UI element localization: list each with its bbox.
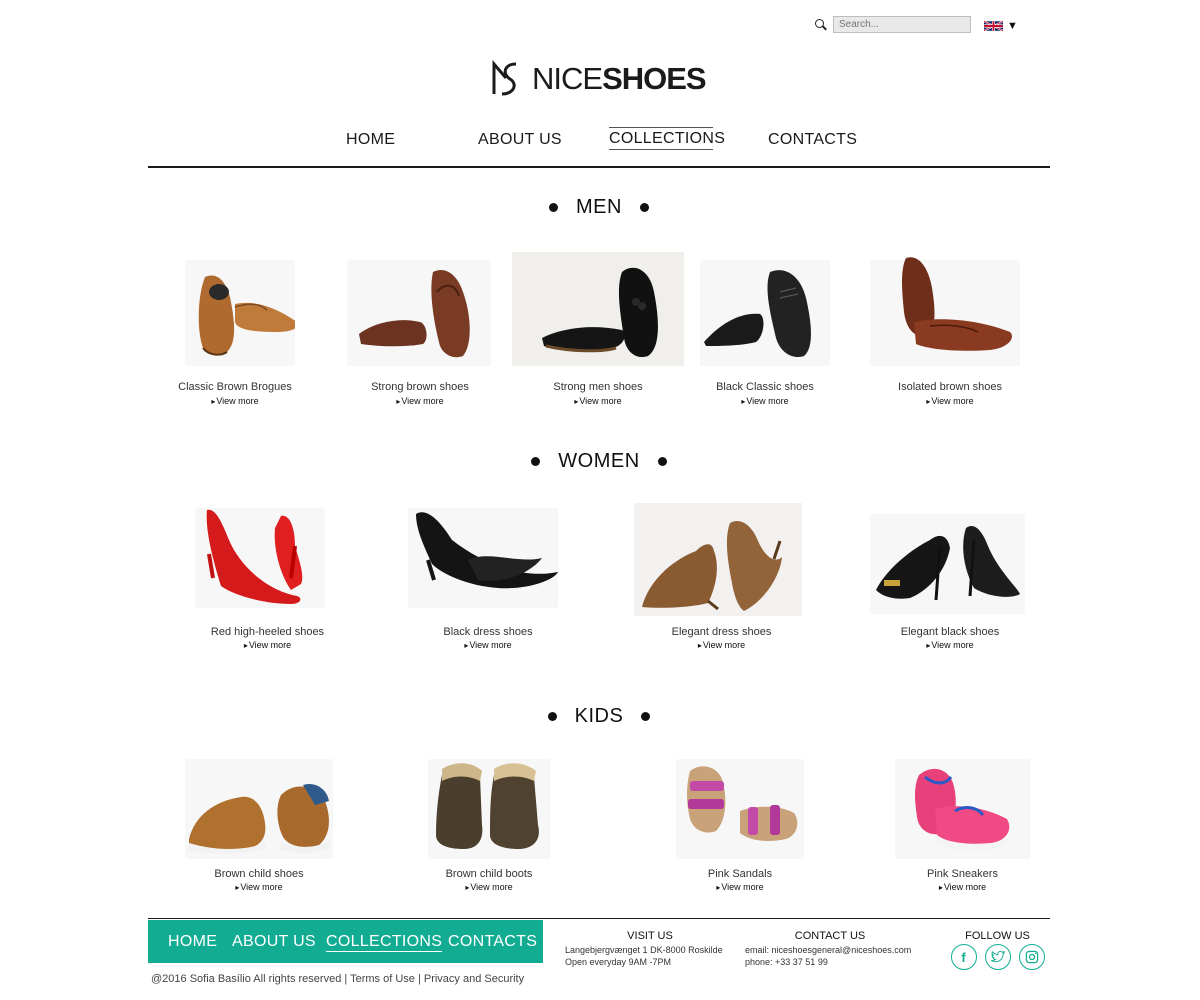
product-image[interactable] <box>175 252 295 368</box>
view-more-link[interactable]: View more <box>512 396 684 406</box>
opening-hours-text: Open everyday 9AM -7PM <box>565 957 672 967</box>
product-image[interactable] <box>634 503 809 618</box>
nav-contacts[interactable]: CONTACTS <box>768 131 857 149</box>
product-name: Pink Sandals <box>707 868 773 880</box>
uk-flag-icon <box>984 20 1003 32</box>
footer-nav-about-us[interactable]: ABOUT US <box>232 933 316 951</box>
section-title-kids: KIDS <box>148 705 1050 728</box>
copyright-text: @2016 Sofia Basílio All rights reserved … <box>151 973 525 985</box>
product-card[interactable]: Elegant dress shoes View more <box>634 503 809 663</box>
product-card[interactable]: Black dress shoes View more <box>408 500 568 660</box>
product-name: Strong men shoes <box>553 381 643 393</box>
footer-nav-collections[interactable]: COLLECTIONS <box>326 933 443 952</box>
view-more-link[interactable]: View more <box>185 882 333 892</box>
instagram-icon[interactable] <box>1018 944 1045 970</box>
section-title-men: MEN <box>148 196 1050 219</box>
product-name: Classic Brown Brogues <box>178 381 292 393</box>
bullet-icon <box>639 203 649 212</box>
visit-us-block: VISIT US Langebjergvænget 1 DK-8000 Rosk… <box>565 930 735 968</box>
product-card[interactable]: Red high-heeled shoes View more <box>195 500 340 660</box>
product-name: Red high-heeled shoes <box>210 626 325 638</box>
product-name: Pink Sneakers <box>927 868 998 880</box>
search-bar <box>815 16 971 33</box>
product-name: Black Classic shoes <box>716 381 814 393</box>
footer-divider <box>148 918 1050 919</box>
product-card[interactable]: Elegant black shoes View more <box>870 500 1030 660</box>
product-image[interactable] <box>676 755 804 861</box>
bullet-icon <box>549 203 559 212</box>
follow-us-block: FOLLOW US f <box>940 930 1055 970</box>
address-text: Langebjergvænget 1 DK-8000 Roskilde <box>565 945 723 955</box>
product-name: Elegant dress shoes <box>671 626 772 638</box>
product-image[interactable] <box>195 500 340 610</box>
contact-us-block: CONTACT US email: niceshoesgeneral@nices… <box>745 930 915 968</box>
chevron-down-icon: ▼ <box>1007 20 1018 32</box>
product-card[interactable]: Pink Sneakers View more <box>895 755 1030 895</box>
product-image[interactable] <box>512 252 684 368</box>
logo[interactable]: NICESHOES <box>490 60 707 98</box>
footer-nav: HOME ABOUT US COLLECTIONS CONTACTS <box>148 920 543 963</box>
bullet-icon <box>641 712 651 721</box>
logo-text: NICESHOES <box>532 61 707 96</box>
product-card[interactable]: Brown child shoes View more <box>185 755 333 895</box>
twitter-icon[interactable] <box>984 944 1011 970</box>
product-image[interactable] <box>345 252 495 368</box>
language-selector[interactable]: ▼ <box>984 20 1018 32</box>
nav-collections[interactable]: COLLECTIONS <box>609 127 725 150</box>
product-image[interactable] <box>870 252 1030 368</box>
nav-home[interactable]: HOME <box>346 131 395 149</box>
view-more-link[interactable]: View more <box>175 396 295 406</box>
main-nav: HOME ABOUT US COLLECTIONS CONTACTS <box>148 126 1050 168</box>
product-name: Brown child shoes <box>214 868 304 880</box>
section-title-women: WOMEN <box>148 450 1050 473</box>
view-more-link[interactable]: View more <box>408 640 568 650</box>
visit-us-title: VISIT US <box>627 930 673 942</box>
facebook-icon[interactable]: f <box>950 944 977 970</box>
search-input[interactable] <box>833 16 971 33</box>
logo-mark-icon <box>492 60 517 96</box>
product-image[interactable] <box>895 755 1030 861</box>
product-name: Black dress shoes <box>443 626 533 638</box>
product-card[interactable]: Classic Brown Brogues View more <box>175 252 295 412</box>
product-image[interactable] <box>700 252 830 368</box>
product-name: Isolated brown shoes <box>898 381 1002 393</box>
search-icon[interactable] <box>815 18 827 31</box>
product-card[interactable]: Strong brown shoes View more <box>345 252 495 412</box>
view-more-link[interactable]: View more <box>895 882 1030 892</box>
view-more-link[interactable]: View more <box>345 396 495 406</box>
follow-us-title: FOLLOW US <box>965 930 1030 942</box>
view-more-link[interactable]: View more <box>870 640 1030 650</box>
product-image[interactable] <box>428 755 550 861</box>
product-name: Strong brown shoes <box>371 381 469 393</box>
product-name: Brown child boots <box>445 868 533 880</box>
bullet-icon <box>657 457 667 466</box>
footer-nav-contacts[interactable]: CONTACTS <box>448 933 537 951</box>
footer-nav-home[interactable]: HOME <box>168 933 217 951</box>
product-card[interactable]: Strong men shoes View more <box>512 252 684 412</box>
nav-about-us[interactable]: ABOUT US <box>478 131 562 149</box>
contact-us-title: CONTACT US <box>794 930 866 942</box>
product-card[interactable]: Isolated brown shoes View more <box>870 252 1030 412</box>
product-card[interactable]: Brown child boots View more <box>428 755 550 895</box>
view-more-link[interactable]: View more <box>195 640 340 650</box>
email-text: email: niceshoesgeneral@niceshoes.com <box>745 945 912 955</box>
product-card[interactable]: Pink Sandals View more <box>676 755 804 895</box>
product-image[interactable] <box>870 500 1030 615</box>
view-more-link[interactable]: View more <box>634 640 809 650</box>
phone-text: phone: +33 37 51 99 <box>745 957 828 967</box>
view-more-link[interactable]: View more <box>428 882 550 892</box>
product-name: Elegant black shoes <box>900 626 1000 638</box>
product-card[interactable]: Black Classic shoes View more <box>700 252 830 412</box>
view-more-link[interactable]: View more <box>870 396 1030 406</box>
product-image[interactable] <box>408 500 568 610</box>
product-image[interactable] <box>185 755 333 861</box>
view-more-link[interactable]: View more <box>700 396 830 406</box>
bullet-icon <box>531 457 541 466</box>
bullet-icon <box>547 712 557 721</box>
view-more-link[interactable]: View more <box>676 882 804 892</box>
